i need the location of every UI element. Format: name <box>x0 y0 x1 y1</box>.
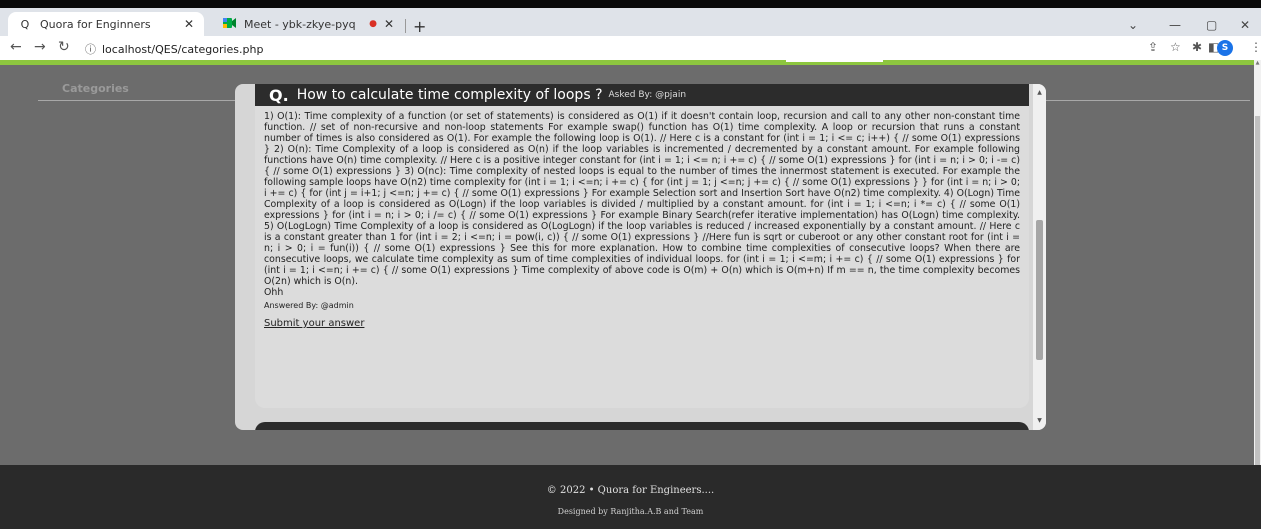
close-window-icon[interactable]: ✕ <box>1240 18 1250 32</box>
share-icon[interactable]: ⇪ <box>1148 40 1158 54</box>
tab-separator <box>405 19 406 33</box>
page-scrollbar[interactable]: ▲ <box>1254 60 1261 516</box>
close-tab-icon[interactable]: ✕ <box>382 17 396 31</box>
categories-heading: Categories <box>62 82 129 95</box>
tab-strip: Q Quora for Enginners ✕ Meet - ybk-zkye-… <box>0 8 1261 36</box>
submit-answer-link[interactable]: Submit your answer <box>264 318 364 330</box>
question-mark-label: Q. <box>269 85 289 105</box>
new-tab-button[interactable]: + <box>413 17 426 36</box>
modal-scroll-up-icon[interactable]: ▲ <box>1033 89 1046 96</box>
back-arrow-icon[interactable]: ← <box>10 39 22 55</box>
tab-search-icon[interactable]: ⌄ <box>1128 18 1138 32</box>
profile-avatar[interactable]: S <box>1217 40 1233 56</box>
quora-favicon-icon: Q <box>20 17 30 31</box>
answer-text: 1) O(1): Time complexity of a function (… <box>264 111 1020 287</box>
minimize-icon[interactable]: — <box>1169 18 1181 32</box>
window-top-bar <box>0 0 1261 8</box>
bookmark-star-icon[interactable]: ☆ <box>1170 40 1181 54</box>
forward-arrow-icon[interactable]: → <box>34 39 46 55</box>
tab-meet[interactable]: Meet - ybk-zkye-pyq ● ✕ <box>214 12 404 36</box>
question-modal: Q. How to calculate time complexity of l… <box>235 84 1046 430</box>
site-info-icon[interactable]: ⓘ <box>85 43 96 56</box>
answer-card: 1) O(1): Time complexity of a function (… <box>255 106 1029 408</box>
extensions-icon[interactable]: ✱ <box>1192 40 1202 54</box>
tab-meet-label: Meet - ybk-zkye-pyq <box>244 17 356 31</box>
footer: © 2022 • Quora for Engineers.... Designe… <box>0 465 1261 529</box>
accent-highlight <box>786 60 883 62</box>
meet-icon <box>222 17 236 31</box>
next-question-header <box>255 422 1029 430</box>
footer-copyright: © 2022 • Quora for Engineers.... <box>546 485 715 496</box>
answered-by-label: Answered By: @admin <box>264 301 354 310</box>
answer-short-text: Ohh <box>264 287 284 298</box>
restore-icon[interactable]: ▢ <box>1206 18 1217 32</box>
url-text: localhost/QES/categories.php <box>102 43 264 56</box>
tab-quora-label: Quora for Enginners <box>40 17 151 31</box>
asked-by-label: Asked By: @pjain <box>608 90 687 100</box>
question-header: Q. How to calculate time complexity of l… <box>255 84 1029 106</box>
address-bar-row: ← → ↻ ⓘ localhost/QES/categories.php ⇪ ☆ … <box>0 36 1261 60</box>
close-tab-icon[interactable]: ✕ <box>182 17 196 31</box>
recording-dot-icon: ● <box>369 19 377 29</box>
menu-dots-icon[interactable]: ⋮ <box>1250 40 1261 54</box>
page-scroll-up-icon[interactable]: ▲ <box>1254 60 1261 66</box>
question-title: How to calculate time complexity of loop… <box>296 87 603 103</box>
reload-icon[interactable]: ↻ <box>58 39 70 55</box>
modal-scrollbar[interactable]: ▲ ▼ <box>1033 84 1046 430</box>
url-field[interactable]: ⓘ localhost/QES/categories.php <box>85 41 263 57</box>
page-scroll-thumb[interactable] <box>1255 116 1260 516</box>
modal-scroll-thumb[interactable] <box>1036 220 1043 360</box>
footer-credits: Designed by Ranjitha.A.B and Team <box>557 507 704 516</box>
tab-quora[interactable]: Q Quora for Enginners ✕ <box>8 12 204 36</box>
modal-scroll-down-icon[interactable]: ▼ <box>1033 417 1046 424</box>
